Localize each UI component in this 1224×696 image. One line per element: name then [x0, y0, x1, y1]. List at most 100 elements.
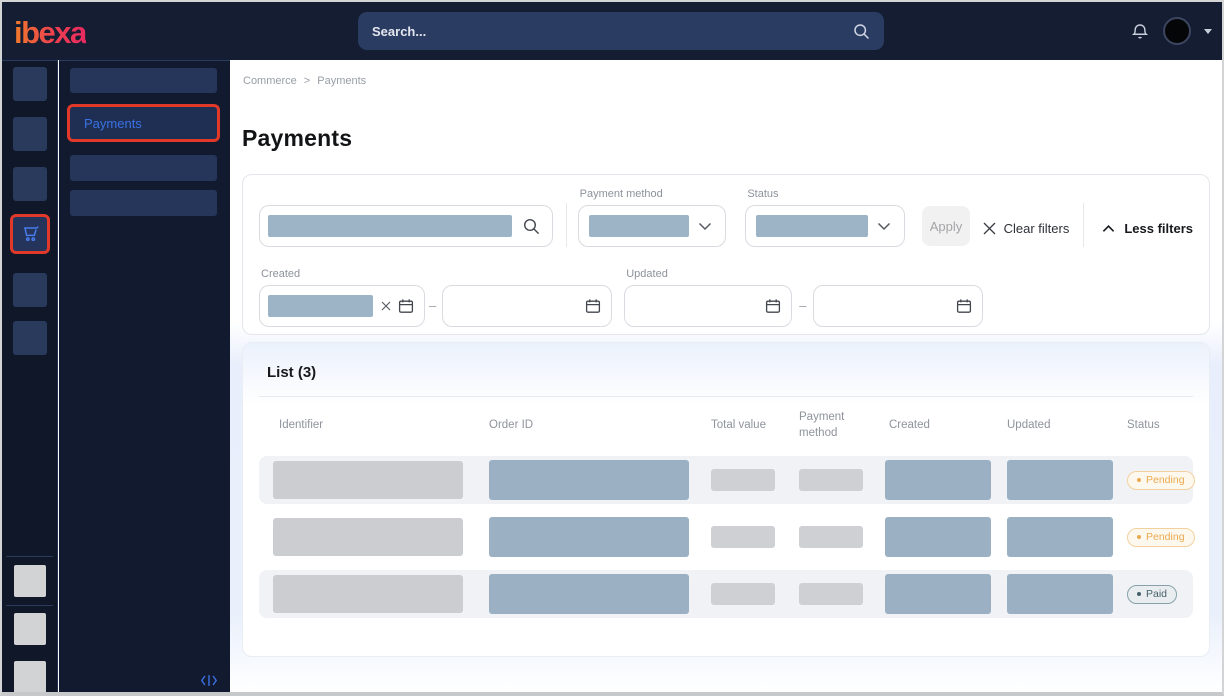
sidebar-item-payments[interactable]: Payments: [70, 107, 217, 139]
rail-menu-item-3[interactable]: [13, 167, 47, 201]
table-row[interactable]: Paid: [259, 570, 1193, 618]
global-search-input[interactable]: [358, 24, 853, 39]
breadcrumb: Commerce > Payments: [243, 75, 366, 87]
main-content: Commerce > Payments Payments Payment met…: [230, 60, 1222, 692]
rail-menu-item-2[interactable]: [13, 117, 47, 151]
clear-filters-label: Clear filters: [1004, 221, 1070, 236]
cell-updated-placeholder: [1007, 574, 1113, 614]
calendar-icon[interactable]: [956, 298, 972, 314]
global-search-bar: [358, 12, 884, 50]
cell-total-value-placeholder: [711, 526, 775, 548]
calendar-icon[interactable]: [585, 298, 601, 314]
column-header-status: Status: [1127, 418, 1193, 434]
updated-to-input[interactable]: [813, 285, 983, 327]
list-title: List (3): [267, 364, 1193, 381]
sidebar-item-4[interactable]: [70, 190, 217, 216]
created-to-input[interactable]: [442, 285, 612, 327]
payment-method-label: Payment method: [580, 188, 726, 200]
filter-divider: [566, 203, 567, 247]
rail-menu-item-6[interactable]: [13, 321, 47, 355]
status-field: Status: [745, 188, 905, 247]
status-badge: Pending: [1127, 471, 1195, 490]
filters-row-dates: Created –: [259, 268, 1193, 327]
list-panel: List (3) Identifier Order ID Total value…: [242, 342, 1210, 657]
cell-order-id-placeholder: [489, 460, 689, 500]
rail-bottom-item-3[interactable]: [14, 661, 46, 693]
rail-divider: [6, 556, 53, 557]
status-dot: [1137, 535, 1141, 539]
search-icon[interactable]: [853, 23, 870, 40]
page-title: Payments: [242, 125, 352, 152]
status-badge-label: Pending: [1146, 531, 1185, 543]
user-menu-caret-icon[interactable]: [1204, 29, 1212, 34]
clear-filters-button[interactable]: Clear filters: [983, 221, 1070, 236]
sidebar-item-3[interactable]: [70, 155, 217, 181]
created-from-value-placeholder: [268, 295, 373, 317]
rail-menu-item-1[interactable]: [13, 67, 47, 101]
cell-total-value-placeholder: [711, 469, 775, 491]
calendar-icon[interactable]: [398, 298, 414, 314]
breadcrumb-commerce[interactable]: Commerce: [243, 75, 297, 87]
user-avatar[interactable]: [1163, 17, 1191, 45]
ibexa-logo[interactable]: ibexa: [14, 15, 86, 51]
range-dash: –: [429, 298, 436, 313]
column-header-identifier: Identifier: [259, 418, 489, 434]
payment-method-field: Payment method: [578, 188, 726, 247]
less-filters-toggle[interactable]: Less filters: [1102, 221, 1193, 236]
created-from-input[interactable]: [259, 285, 425, 327]
cell-identifier-placeholder: [273, 575, 463, 613]
apply-button[interactable]: Apply: [922, 206, 969, 246]
cell-payment-method-placeholder: [799, 526, 863, 548]
created-label: Created: [261, 268, 425, 280]
status-badge-label: Pending: [1146, 474, 1185, 486]
notifications-bell-icon[interactable]: [1130, 21, 1150, 42]
updated-range-field: Updated: [624, 268, 792, 327]
payment-method-select[interactable]: [578, 205, 726, 247]
sidebar-collapse-icon[interactable]: [200, 674, 218, 687]
filter-divider: [1083, 203, 1084, 247]
column-header-total-value: Total value: [711, 418, 799, 434]
sidebar-item-1[interactable]: [70, 68, 217, 93]
status-dot: [1137, 592, 1141, 596]
top-bar-actions: [1130, 2, 1212, 60]
cell-payment-method-placeholder: [799, 583, 863, 605]
cell-total-value-placeholder: [711, 583, 775, 605]
updated-label: Updated: [626, 268, 792, 280]
cell-updated-placeholder: [1007, 517, 1113, 557]
rail-menu-item-5[interactable]: [13, 273, 47, 307]
cell-identifier-placeholder: [273, 518, 463, 556]
filters-row-main: Payment method Status: [259, 188, 1193, 247]
cell-identifier-placeholder: [273, 461, 463, 499]
status-badge: Paid: [1127, 585, 1177, 604]
filter-search-input[interactable]: [259, 205, 553, 247]
breadcrumb-payments[interactable]: Payments: [317, 75, 366, 87]
range-dash: –: [799, 298, 806, 313]
cell-created-placeholder: [885, 460, 991, 500]
chevron-down-icon: [698, 222, 712, 231]
rail-menu-item-commerce[interactable]: [13, 217, 47, 251]
column-header-created: Created: [885, 418, 1007, 434]
updated-from-input[interactable]: [624, 285, 792, 327]
clear-date-icon[interactable]: [381, 301, 391, 311]
rail-bottom-item-1[interactable]: [14, 565, 46, 597]
table-row[interactable]: Pending: [259, 456, 1193, 504]
rail-bottom-item-2[interactable]: [14, 613, 46, 645]
rail-divider: [6, 605, 53, 606]
cell-payment-method-placeholder: [799, 469, 863, 491]
status-select[interactable]: [745, 205, 905, 247]
secondary-sidebar: Payments: [59, 60, 230, 692]
status-badge: Pending: [1127, 528, 1195, 547]
cell-created-placeholder: [885, 517, 991, 557]
table-row[interactable]: Pending: [259, 513, 1193, 561]
search-icon[interactable]: [523, 218, 540, 235]
less-filters-label: Less filters: [1124, 221, 1193, 236]
payment-method-value-placeholder: [589, 215, 689, 237]
close-icon: [983, 222, 996, 235]
cell-order-id-placeholder: [489, 574, 689, 614]
calendar-icon[interactable]: [765, 298, 781, 314]
breadcrumb-separator: >: [304, 75, 310, 87]
chevron-down-icon: [877, 222, 891, 231]
table-header-row: Identifier Order ID Total value Payment …: [259, 397, 1193, 447]
column-header-payment-method: Payment method: [799, 410, 855, 441]
status-value-placeholder: [756, 215, 868, 237]
